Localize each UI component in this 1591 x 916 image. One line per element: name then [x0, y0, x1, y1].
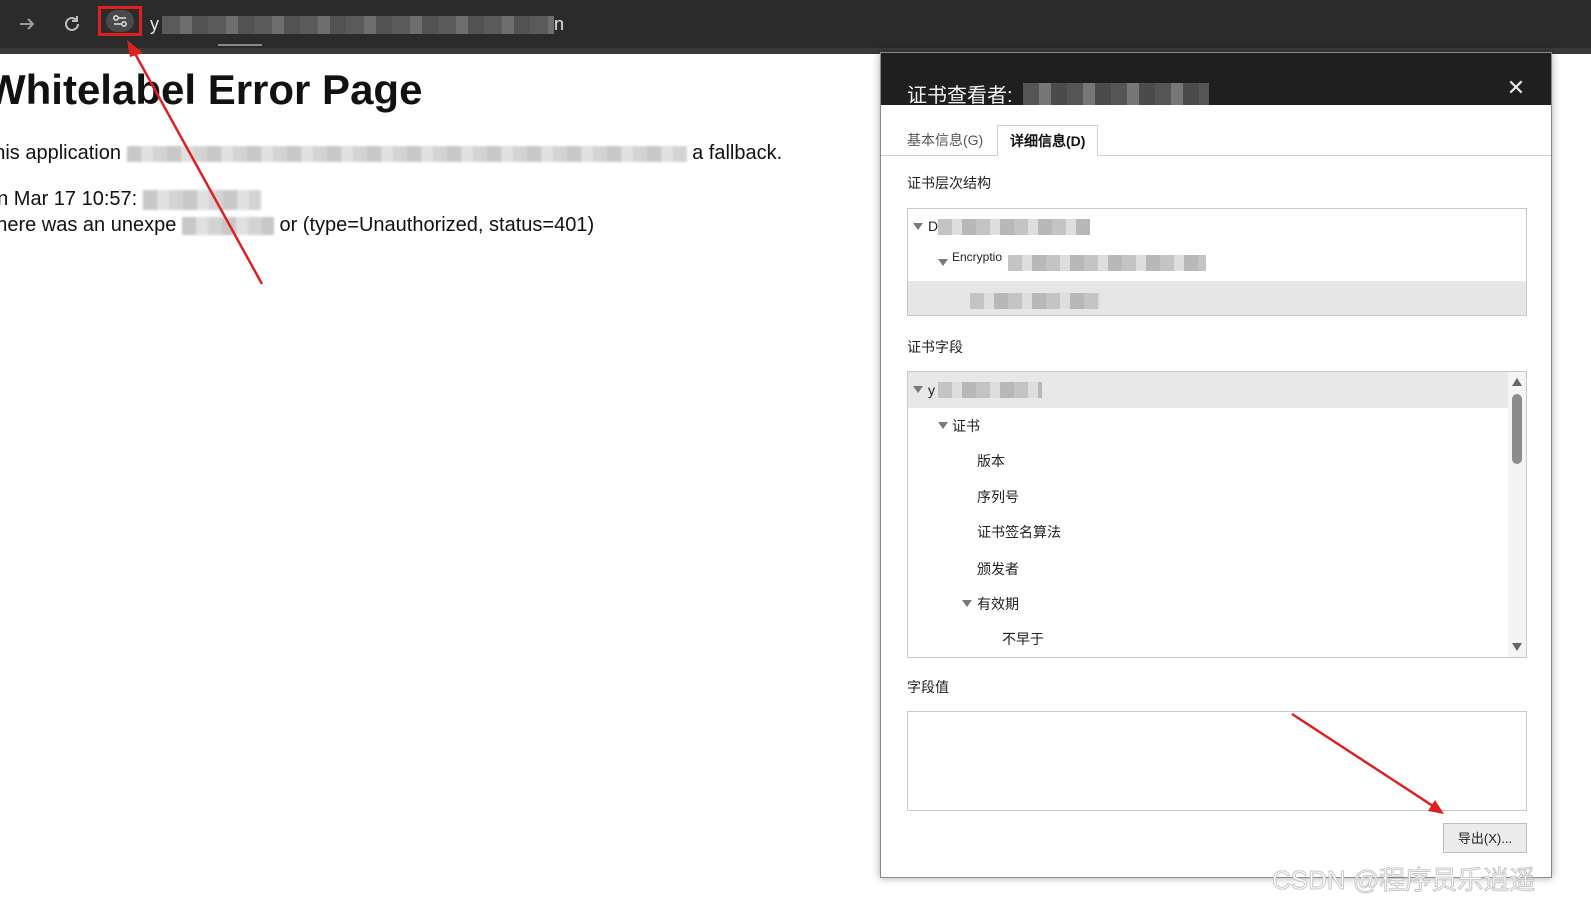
annotation-arrow-site-info	[131, 49, 264, 285]
arrowhead-icon	[127, 40, 143, 57]
arrowhead-icon	[1428, 800, 1444, 814]
annotation-arrows	[127, 40, 1444, 814]
annotation-arrow-export	[1291, 712, 1437, 810]
